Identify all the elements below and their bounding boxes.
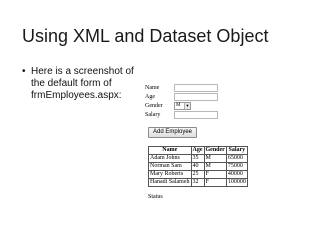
cell-gender: M: [203, 154, 227, 163]
gender-select-value: M: [176, 103, 181, 108]
chevron-down-icon[interactable]: ▼: [184, 103, 190, 109]
form-screenshot: Name Age Gender M ▼ Salary Add Employee …: [145, 84, 315, 219]
salary-input[interactable]: [174, 111, 218, 119]
column-header-age: Age: [190, 146, 205, 155]
column-header-salary: Salary: [225, 146, 248, 155]
cell-salary: 65000: [225, 154, 248, 163]
slide-title: Using XML and Dataset Object: [22, 26, 269, 46]
status-label: Status: [148, 194, 163, 200]
cell-gender: F: [203, 170, 227, 179]
name-label: Name: [145, 85, 160, 91]
salary-label: Salary: [145, 112, 161, 118]
cell-age: 32: [190, 178, 205, 187]
column-header-name: Name: [148, 146, 192, 155]
gender-label: Gender: [145, 103, 163, 109]
cell-gender: F: [203, 178, 227, 187]
table-row: Mary Roberts 25 F 40000: [148, 170, 248, 179]
table-header-row: Name Age Gender Salary: [148, 146, 248, 155]
cell-age: 40: [190, 162, 205, 171]
table-row: Norman Sam 40 M 75000: [148, 162, 248, 171]
age-input[interactable]: [174, 93, 218, 101]
cell-salary: 75000: [225, 162, 248, 171]
name-input[interactable]: [174, 84, 218, 92]
bullet-text: Here is a screenshot of the default form…: [31, 66, 134, 101]
bullet-dot: •: [22, 66, 26, 77]
table-row: Adam Johns 35 M 65000: [148, 154, 248, 163]
gender-select[interactable]: M ▼: [174, 102, 191, 110]
cell-name: Hanadi Salameh: [148, 178, 192, 187]
cell-name: Norman Sam: [148, 162, 192, 171]
table-row: Hanadi Salameh 32 F 100000: [148, 178, 248, 187]
cell-age: 25: [190, 170, 205, 179]
cell-salary: 40000: [225, 170, 248, 179]
cell-name: Adam Johns: [148, 154, 192, 163]
age-label: Age: [145, 94, 155, 100]
employees-table: Name Age Gender Salary Adam Johns 35 M 6…: [148, 146, 248, 187]
cell-age: 35: [190, 154, 205, 163]
slide-bullet: • Here is a screenshot of the default fo…: [22, 66, 142, 102]
add-employee-button[interactable]: Add Employee: [148, 127, 198, 138]
cell-gender: M: [203, 162, 227, 171]
cell-name: Mary Roberts: [148, 170, 192, 179]
column-header-gender: Gender: [203, 146, 227, 155]
cell-salary: 100000: [225, 178, 248, 187]
